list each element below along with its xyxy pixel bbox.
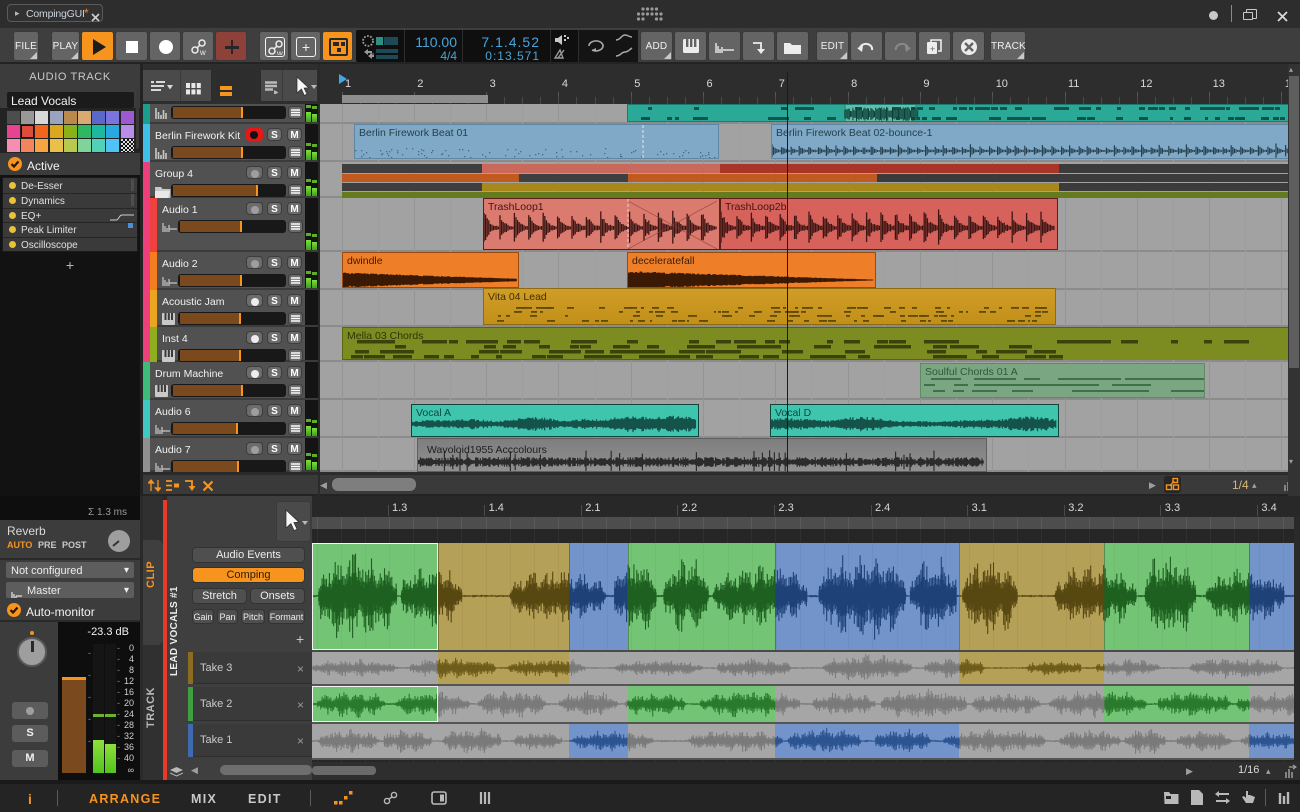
svg-text:w: w — [276, 49, 283, 55]
svg-text:w: w — [199, 48, 206, 56]
svg-text:+: + — [930, 44, 935, 54]
